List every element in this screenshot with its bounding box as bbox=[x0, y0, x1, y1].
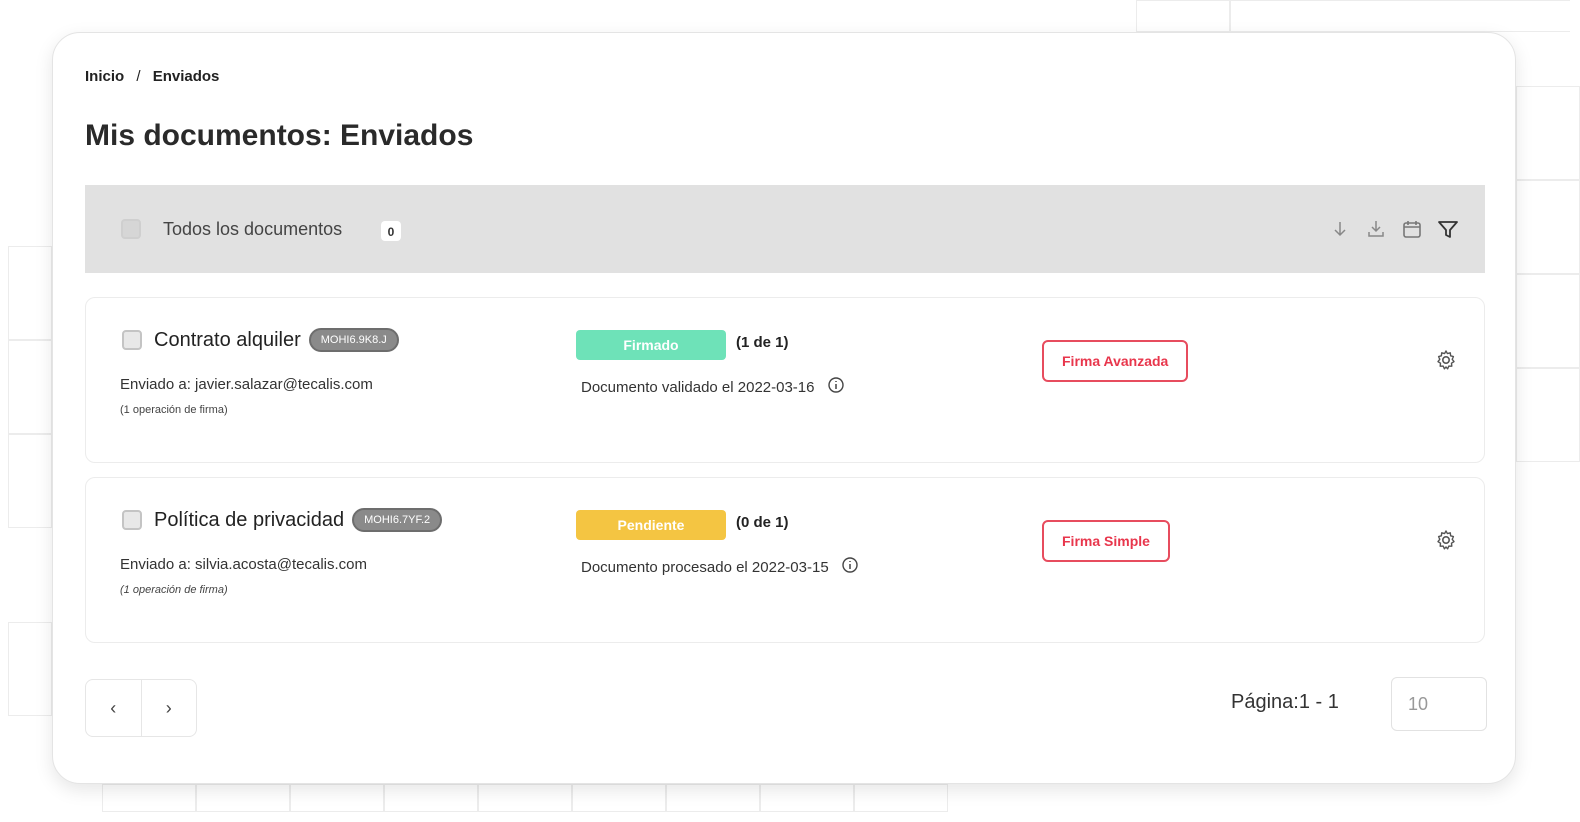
status-count: (1 de 1) bbox=[736, 334, 789, 351]
document-checkbox[interactable] bbox=[122, 510, 142, 530]
documents-count-badge: 0 bbox=[381, 221, 401, 241]
document-recipient: Enviado a: silvia.acosta@tecalis.com bbox=[120, 556, 368, 573]
status-count: (0 de 1) bbox=[736, 514, 789, 531]
page-title: Mis documentos: Enviados bbox=[85, 119, 474, 152]
pagination-controls: ‹ › bbox=[85, 679, 197, 737]
download-icon[interactable] bbox=[1365, 215, 1387, 243]
page-size-input[interactable] bbox=[1391, 677, 1487, 731]
next-page-button[interactable]: › bbox=[140, 680, 197, 736]
select-all-checkbox[interactable] bbox=[121, 219, 141, 239]
info-icon[interactable] bbox=[841, 556, 859, 578]
status-badge: Pendiente bbox=[576, 510, 726, 540]
document-title-text: Política de privacidad bbox=[154, 508, 345, 531]
signature-type-badge: Firma Simple bbox=[1042, 520, 1170, 562]
status-detail: Documento validado el 2022-03-16 bbox=[581, 376, 845, 398]
status-detail-text: Documento validado el 2022-03-16 bbox=[581, 378, 815, 396]
documents-toolbar: Todos los documentos 0 bbox=[85, 185, 1485, 273]
document-operations: (1 operación de firma) bbox=[120, 404, 228, 416]
gear-icon[interactable] bbox=[1434, 528, 1458, 552]
breadcrumb-home-link[interactable]: Inicio bbox=[85, 68, 124, 85]
document-code-badge: MOHI6.7YF.2 bbox=[352, 508, 443, 532]
document-checkbox[interactable] bbox=[122, 330, 142, 350]
previous-page-button[interactable]: ‹ bbox=[86, 680, 141, 736]
status-detail: Documento procesado el 2022-03-15 bbox=[581, 556, 859, 578]
document-title: Contrato alquiler MOHI6.9K8.J bbox=[154, 328, 399, 352]
document-recipient: Enviado a: javier.salazar@tecalis.com bbox=[120, 376, 373, 393]
status-badge: Firmado bbox=[576, 330, 726, 360]
breadcrumb: Inicio / Enviados bbox=[85, 68, 219, 85]
sort-down-icon[interactable] bbox=[1329, 215, 1351, 243]
document-title: Política de privacidad MOHI6.7YF.2 bbox=[154, 508, 443, 532]
select-all-label: Todos los documentos bbox=[163, 219, 343, 239]
breadcrumb-separator: / bbox=[136, 68, 141, 85]
document-operations: (1 operación de firma) bbox=[120, 584, 228, 596]
breadcrumb-current: Enviados bbox=[152, 68, 220, 85]
document-row[interactable]: Política de privacidad MOHI6.7YF.2 Envia… bbox=[85, 477, 1485, 643]
document-code-badge: MOHI6.9K8.J bbox=[308, 328, 399, 352]
toolbar-actions bbox=[1329, 215, 1459, 243]
filter-icon[interactable] bbox=[1437, 215, 1459, 243]
document-row[interactable]: Contrato alquiler MOHI6.9K8.J Enviado a:… bbox=[85, 297, 1485, 463]
page-info: Página:1 - 1 bbox=[1231, 691, 1339, 713]
signature-type-badge: Firma Avanzada bbox=[1042, 340, 1189, 382]
document-title-text: Contrato alquiler bbox=[154, 328, 301, 351]
info-icon[interactable] bbox=[827, 376, 845, 398]
status-detail-text: Documento procesado el 2022-03-15 bbox=[581, 558, 829, 576]
gear-icon[interactable] bbox=[1434, 348, 1458, 372]
calendar-icon[interactable] bbox=[1401, 215, 1423, 243]
documents-panel: Inicio / Enviados Mis documentos: Enviad… bbox=[52, 32, 1516, 784]
